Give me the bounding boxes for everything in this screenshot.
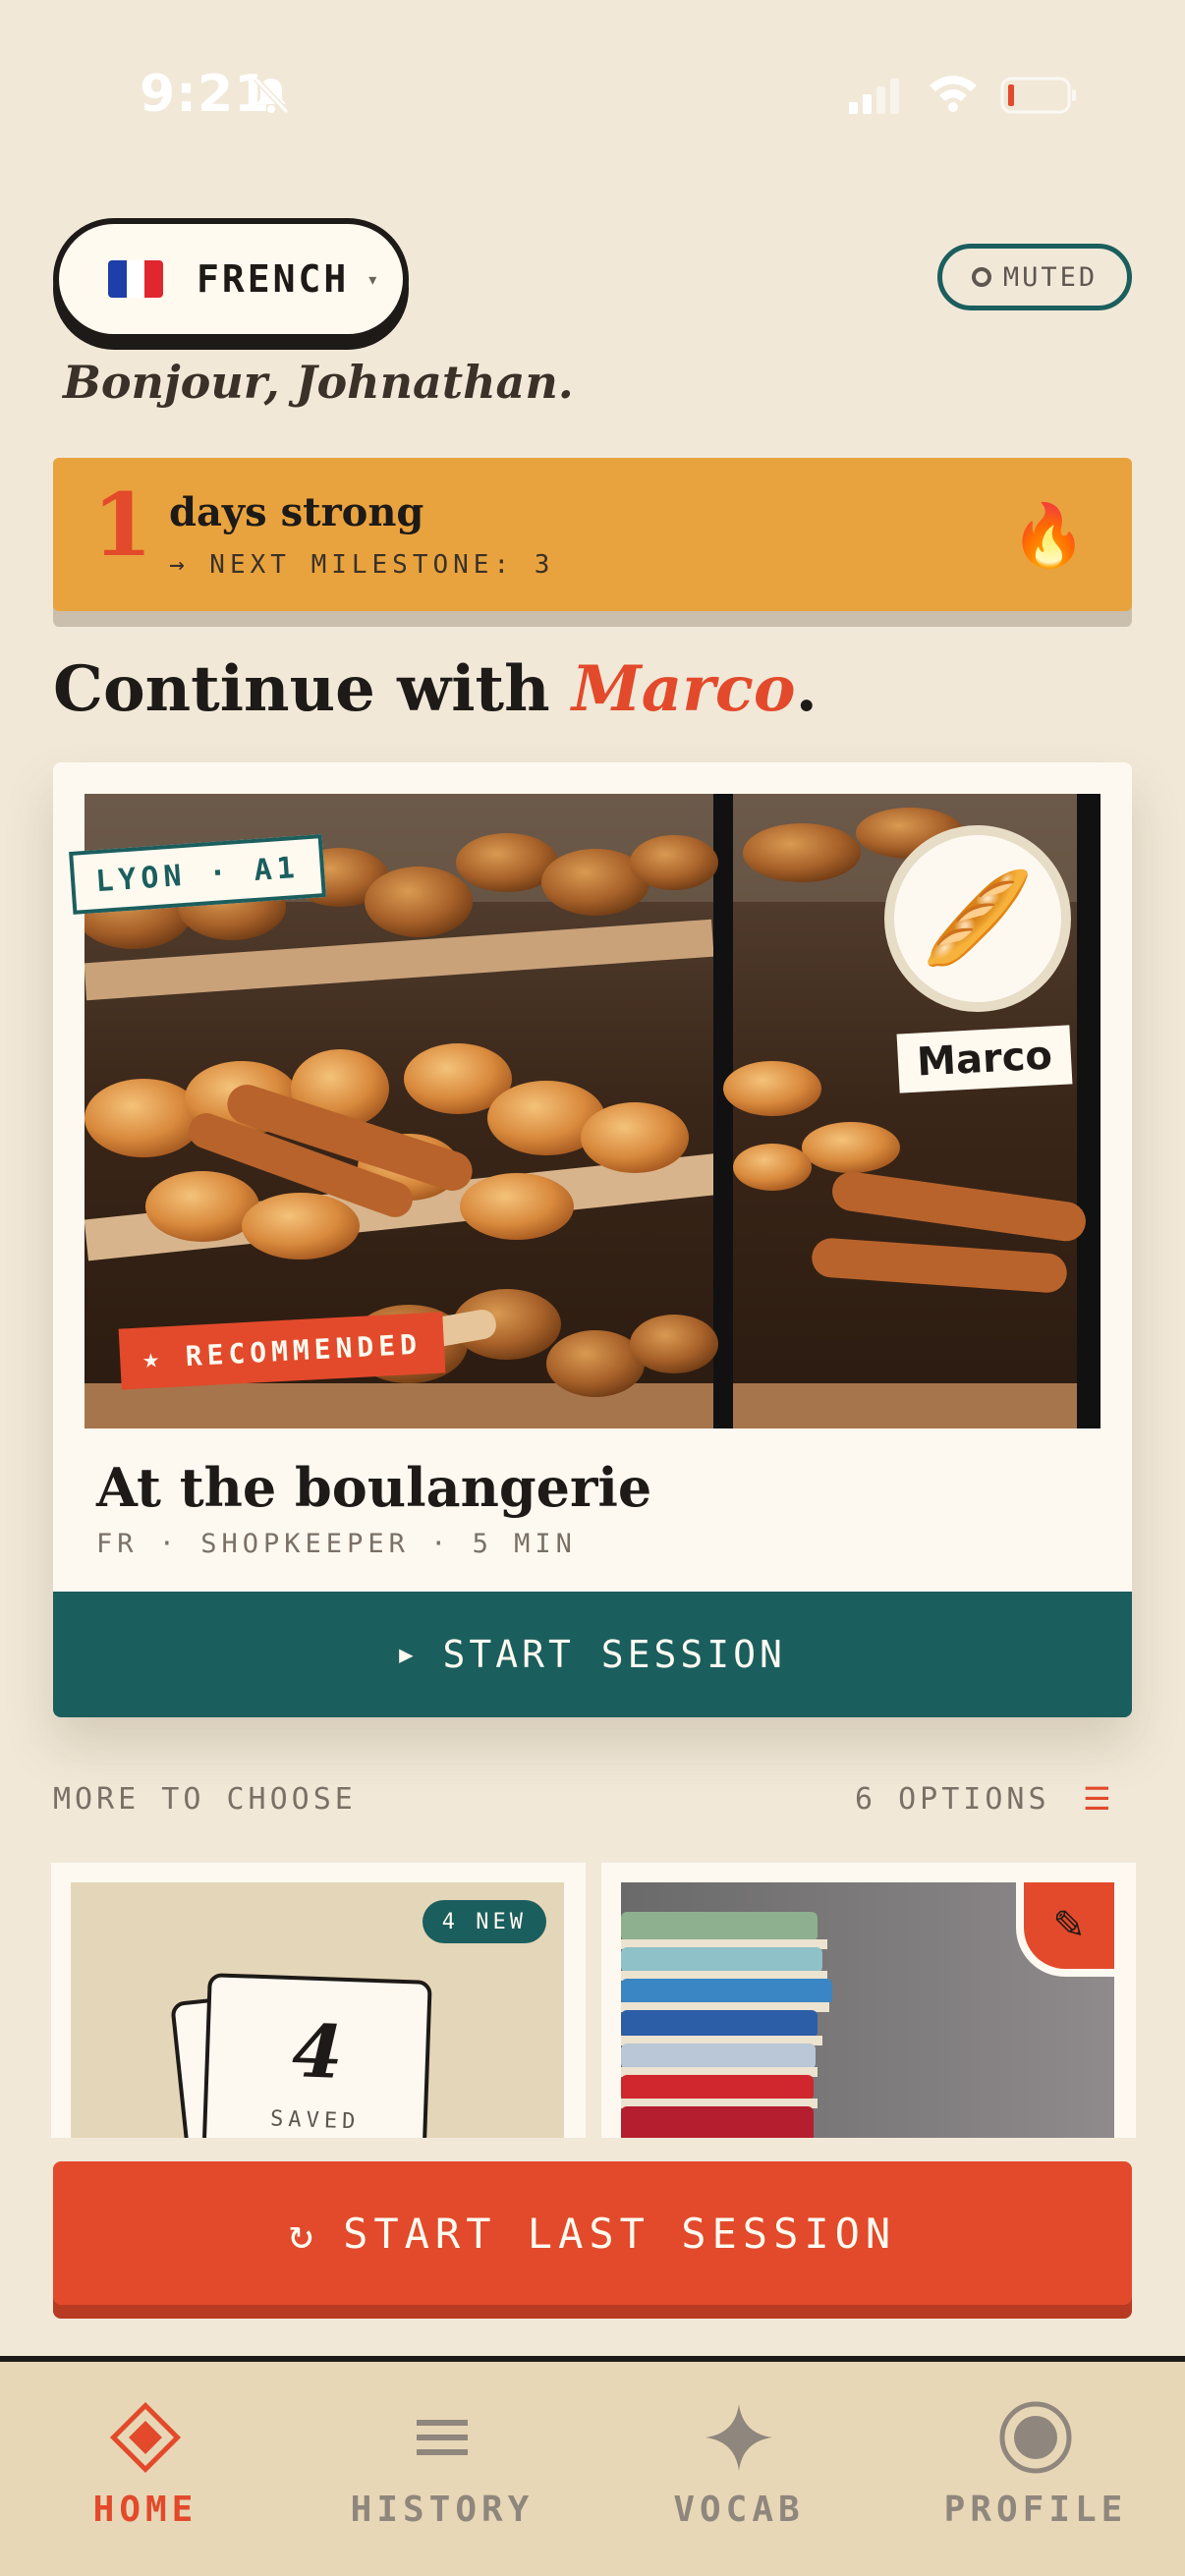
streak-next-milestone: → NEXT MILESTONE: 3 xyxy=(169,550,555,580)
more-to-choose-label: MORE TO CHOOSE xyxy=(53,1782,357,1817)
start-last-session-button[interactable]: ↻ START LAST SESSION xyxy=(53,2161,1132,2305)
bread-avatar-icon: 🥖 xyxy=(884,825,1071,1012)
nav-label-history: HISTORY xyxy=(350,2490,535,2530)
list-icon xyxy=(324,2393,560,2482)
lesson-meta: FR · SHOPKEEPER · 5 MIN xyxy=(96,1529,577,1559)
battery-icon xyxy=(1000,77,1079,118)
streak-title: days strong xyxy=(169,489,424,535)
language-selector[interactable]: FRENCH ▾ xyxy=(53,218,409,340)
start-session-label: START SESSION xyxy=(442,1633,786,1676)
circle-icon xyxy=(971,267,991,287)
nav-tab-profile[interactable]: PROFILE xyxy=(918,2393,1154,2530)
signal-icon xyxy=(847,79,906,118)
diamond-icon xyxy=(28,2393,263,2482)
sound-toggle[interactable]: MUTED xyxy=(937,244,1132,310)
new-badge: 4 NEW xyxy=(422,1900,546,1943)
nav-label-vocab: VOCAB xyxy=(673,2490,805,2530)
fire-icon: 🔥 xyxy=(1010,499,1087,571)
nav-tab-history[interactable]: HISTORY xyxy=(324,2393,560,2530)
profile-icon xyxy=(918,2393,1154,2482)
streak-banner: 1 days strong → NEXT MILESTONE: 3 🔥 xyxy=(53,458,1132,611)
saved-count: 4 xyxy=(290,2009,345,2096)
wifi-icon xyxy=(928,73,979,116)
continue-heading: Continue with Marco. xyxy=(53,652,818,726)
filter-list-icon[interactable]: ☰ xyxy=(1083,1780,1111,1818)
lesson-title: At the boulangerie xyxy=(96,1456,652,1519)
french-flag-icon xyxy=(108,260,163,298)
option-card-saved-words[interactable]: 4 NEW 4 SAVED xyxy=(51,1863,586,2138)
books-image: ✎ xyxy=(621,1882,1114,2138)
redo-icon: ↻ xyxy=(288,2209,320,2258)
continue-prefix: Continue with xyxy=(53,652,572,726)
tutor-name-tag: Marco xyxy=(896,1025,1073,1093)
nav-label-profile: PROFILE xyxy=(943,2490,1128,2530)
status-bar: 9:21 xyxy=(0,0,1185,187)
bottom-nav: HOME HISTORY VOCAB PROFILE xyxy=(0,2356,1185,2576)
saved-label: SAVED xyxy=(269,2106,361,2135)
streak-count: 1 xyxy=(92,474,153,576)
chevron-down-icon: ▾ xyxy=(368,269,377,289)
start-session-button[interactable]: ▶ START SESSION xyxy=(53,1592,1132,1717)
nav-tab-home[interactable]: HOME xyxy=(28,2393,263,2530)
play-icon: ▶ xyxy=(399,1641,418,1668)
language-label: FRENCH xyxy=(197,257,350,301)
bell-muted-icon xyxy=(250,73,293,120)
nav-tab-vocab[interactable]: VOCAB xyxy=(621,2393,857,2530)
option-card-books[interactable]: ✎ xyxy=(601,1863,1136,2138)
option-card-image: 4 NEW 4 SAVED xyxy=(71,1882,564,2138)
saved-card: 4 SAVED xyxy=(200,1973,432,2138)
continue-suffix: . xyxy=(795,652,818,726)
options-count: 6 OPTIONS xyxy=(855,1782,1050,1817)
pencil-icon: ✎ xyxy=(1016,1882,1114,1977)
nav-label-home: HOME xyxy=(92,2490,198,2530)
start-last-session-label: START LAST SESSION xyxy=(343,2209,897,2258)
continue-tutor-name: Marco xyxy=(571,652,796,726)
sound-status-label: MUTED xyxy=(1002,261,1099,293)
greeting: Bonjour, Johnathan. xyxy=(63,356,574,409)
sparkle-icon xyxy=(621,2393,857,2482)
